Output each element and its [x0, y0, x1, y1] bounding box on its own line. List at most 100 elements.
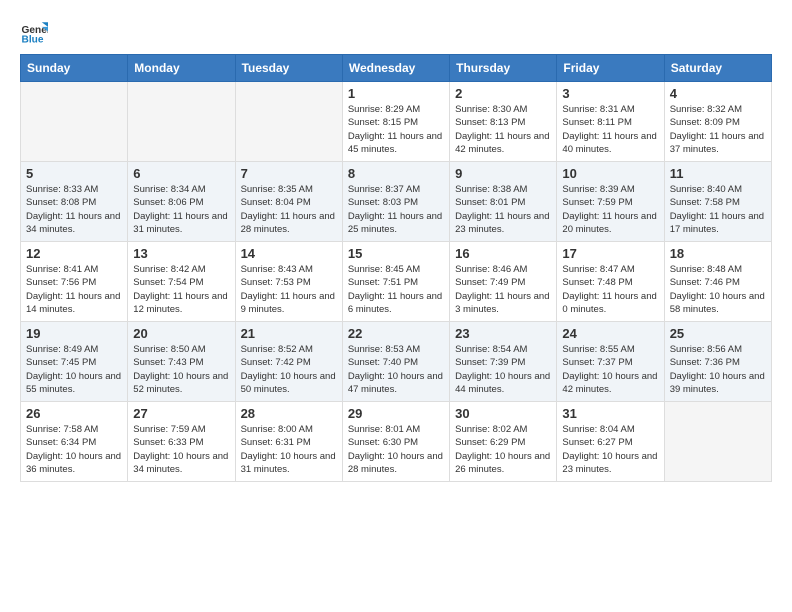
- day-number: 15: [348, 246, 444, 261]
- calendar-cell: [128, 82, 235, 162]
- calendar-cell: 23 Sunrise: 8:54 AM Sunset: 7:39 PM Dayli…: [450, 322, 557, 402]
- weekday-header-tuesday: Tuesday: [235, 55, 342, 82]
- day-number: 5: [26, 166, 122, 181]
- calendar-cell: 3 Sunrise: 8:31 AM Sunset: 8:11 PM Daylig…: [557, 82, 664, 162]
- day-info: Sunrise: 8:35 AM Sunset: 8:04 PM Dayligh…: [241, 183, 337, 236]
- calendar-cell: 4Sunrise: 8:32 AM Sunset: 8:09 PM Daylig…: [664, 82, 771, 162]
- weekday-header-row: SundayMondayTuesdayWednesdayThursdayFrid…: [21, 55, 772, 82]
- day-info: Sunrise: 8:43 AM Sunset: 7:53 PM Dayligh…: [241, 263, 337, 316]
- day-number: 27: [133, 406, 229, 421]
- day-info: Sunrise: 8:46 AM Sunset: 7:49 PM Dayligh…: [455, 263, 551, 316]
- svg-text:Blue: Blue: [22, 34, 44, 44]
- day-number: 4: [670, 86, 766, 101]
- calendar-cell: 10 Sunrise: 8:39 AM Sunset: 7:59 PM Dayli…: [557, 162, 664, 242]
- day-info: Sunrise: 8:55 AM Sunset: 7:37 PM Dayligh…: [562, 343, 658, 396]
- header: General Blue: [20, 16, 772, 44]
- calendar-cell: 15 Sunrise: 8:45 AM Sunset: 7:51 PM Dayli…: [342, 242, 449, 322]
- calendar-cell: 1 Sunrise: 8:29 AM Sunset: 8:15 PM Daylig…: [342, 82, 449, 162]
- logo-icon: General Blue: [20, 16, 48, 44]
- calendar-table: SundayMondayTuesdayWednesdayThursdayFrid…: [20, 54, 772, 482]
- calendar-cell: 27 Sunrise: 7:59 AM Sunset: 6:33 PM Dayli…: [128, 402, 235, 482]
- calendar-cell: [21, 82, 128, 162]
- day-info: Sunrise: 8:48 AM Sunset: 7:46 PM Dayligh…: [670, 263, 766, 316]
- day-number: 18: [670, 246, 766, 261]
- calendar-cell: 25 Sunrise: 8:56 AM Sunset: 7:36 PM Dayli…: [664, 322, 771, 402]
- calendar-cell: 13 Sunrise: 8:42 AM Sunset: 7:54 PM Dayli…: [128, 242, 235, 322]
- day-number: 29: [348, 406, 444, 421]
- calendar-cell: 29 Sunrise: 8:01 AM Sunset: 6:30 PM Dayli…: [342, 402, 449, 482]
- calendar-cell: 2Sunrise: 8:30 AM Sunset: 8:13 PM Daylig…: [450, 82, 557, 162]
- calendar-cell: 9Sunrise: 8:38 AM Sunset: 8:01 PM Daylig…: [450, 162, 557, 242]
- weekday-header-wednesday: Wednesday: [342, 55, 449, 82]
- calendar-cell: 26Sunrise: 7:58 AM Sunset: 6:34 PM Dayli…: [21, 402, 128, 482]
- day-info: Sunrise: 8:29 AM Sunset: 8:15 PM Dayligh…: [348, 103, 444, 156]
- day-info: Sunrise: 8:40 AM Sunset: 7:58 PM Dayligh…: [670, 183, 766, 236]
- logo: General Blue: [20, 16, 48, 44]
- calendar-cell: [664, 402, 771, 482]
- calendar-cell: 19 Sunrise: 8:49 AM Sunset: 7:45 PM Dayli…: [21, 322, 128, 402]
- week-row-3: 12 Sunrise: 8:41 AM Sunset: 7:56 PM Dayli…: [21, 242, 772, 322]
- week-row-5: 26Sunrise: 7:58 AM Sunset: 6:34 PM Dayli…: [21, 402, 772, 482]
- calendar-cell: 17 Sunrise: 8:47 AM Sunset: 7:48 PM Dayli…: [557, 242, 664, 322]
- calendar-cell: 7 Sunrise: 8:35 AM Sunset: 8:04 PM Daylig…: [235, 162, 342, 242]
- day-info: Sunrise: 8:33 AM Sunset: 8:08 PM Dayligh…: [26, 183, 122, 236]
- day-info: Sunrise: 8:49 AM Sunset: 7:45 PM Dayligh…: [26, 343, 122, 396]
- day-number: 8: [348, 166, 444, 181]
- day-info: Sunrise: 8:39 AM Sunset: 7:59 PM Dayligh…: [562, 183, 658, 236]
- calendar-cell: 22 Sunrise: 8:53 AM Sunset: 7:40 PM Dayli…: [342, 322, 449, 402]
- day-info: Sunrise: 8:01 AM Sunset: 6:30 PM Dayligh…: [348, 423, 444, 476]
- day-number: 17: [562, 246, 658, 261]
- calendar-cell: 30Sunrise: 8:02 AM Sunset: 6:29 PM Dayli…: [450, 402, 557, 482]
- weekday-header-saturday: Saturday: [664, 55, 771, 82]
- calendar-cell: 11 Sunrise: 8:40 AM Sunset: 7:58 PM Dayli…: [664, 162, 771, 242]
- day-info: Sunrise: 8:41 AM Sunset: 7:56 PM Dayligh…: [26, 263, 122, 316]
- day-number: 13: [133, 246, 229, 261]
- day-number: 25: [670, 326, 766, 341]
- calendar-cell: 28Sunrise: 8:00 AM Sunset: 6:31 PM Dayli…: [235, 402, 342, 482]
- day-number: 21: [241, 326, 337, 341]
- day-number: 1: [348, 86, 444, 101]
- day-info: Sunrise: 8:47 AM Sunset: 7:48 PM Dayligh…: [562, 263, 658, 316]
- weekday-header-monday: Monday: [128, 55, 235, 82]
- day-number: 11: [670, 166, 766, 181]
- day-info: Sunrise: 8:50 AM Sunset: 7:43 PM Dayligh…: [133, 343, 229, 396]
- calendar-cell: 8Sunrise: 8:37 AM Sunset: 8:03 PM Daylig…: [342, 162, 449, 242]
- day-info: Sunrise: 8:34 AM Sunset: 8:06 PM Dayligh…: [133, 183, 229, 236]
- calendar-cell: 20 Sunrise: 8:50 AM Sunset: 7:43 PM Dayli…: [128, 322, 235, 402]
- calendar-cell: 31Sunrise: 8:04 AM Sunset: 6:27 PM Dayli…: [557, 402, 664, 482]
- day-number: 10: [562, 166, 658, 181]
- day-number: 24: [562, 326, 658, 341]
- calendar-cell: 21 Sunrise: 8:52 AM Sunset: 7:42 PM Dayli…: [235, 322, 342, 402]
- calendar-cell: 14Sunrise: 8:43 AM Sunset: 7:53 PM Dayli…: [235, 242, 342, 322]
- weekday-header-friday: Friday: [557, 55, 664, 82]
- page: General Blue SundayMondayTuesdayWednesda…: [0, 0, 792, 612]
- day-info: Sunrise: 7:59 AM Sunset: 6:33 PM Dayligh…: [133, 423, 229, 476]
- day-number: 19: [26, 326, 122, 341]
- day-number: 6: [133, 166, 229, 181]
- day-number: 20: [133, 326, 229, 341]
- week-row-1: 1 Sunrise: 8:29 AM Sunset: 8:15 PM Daylig…: [21, 82, 772, 162]
- day-info: Sunrise: 8:56 AM Sunset: 7:36 PM Dayligh…: [670, 343, 766, 396]
- week-row-2: 5 Sunrise: 8:33 AM Sunset: 8:08 PM Daylig…: [21, 162, 772, 242]
- day-info: Sunrise: 8:00 AM Sunset: 6:31 PM Dayligh…: [241, 423, 337, 476]
- calendar-cell: 6 Sunrise: 8:34 AM Sunset: 8:06 PM Daylig…: [128, 162, 235, 242]
- day-info: Sunrise: 8:31 AM Sunset: 8:11 PM Dayligh…: [562, 103, 658, 156]
- calendar-cell: 12 Sunrise: 8:41 AM Sunset: 7:56 PM Dayli…: [21, 242, 128, 322]
- day-number: 2: [455, 86, 551, 101]
- day-number: 22: [348, 326, 444, 341]
- day-info: Sunrise: 8:45 AM Sunset: 7:51 PM Dayligh…: [348, 263, 444, 316]
- calendar-cell: 16Sunrise: 8:46 AM Sunset: 7:49 PM Dayli…: [450, 242, 557, 322]
- day-number: 7: [241, 166, 337, 181]
- day-number: 23: [455, 326, 551, 341]
- day-info: Sunrise: 8:52 AM Sunset: 7:42 PM Dayligh…: [241, 343, 337, 396]
- day-number: 26: [26, 406, 122, 421]
- day-info: Sunrise: 8:54 AM Sunset: 7:39 PM Dayligh…: [455, 343, 551, 396]
- week-row-4: 19 Sunrise: 8:49 AM Sunset: 7:45 PM Dayli…: [21, 322, 772, 402]
- calendar-cell: 18 Sunrise: 8:48 AM Sunset: 7:46 PM Dayli…: [664, 242, 771, 322]
- day-number: 3: [562, 86, 658, 101]
- day-info: Sunrise: 8:04 AM Sunset: 6:27 PM Dayligh…: [562, 423, 658, 476]
- day-info: Sunrise: 8:53 AM Sunset: 7:40 PM Dayligh…: [348, 343, 444, 396]
- day-info: Sunrise: 8:42 AM Sunset: 7:54 PM Dayligh…: [133, 263, 229, 316]
- day-number: 12: [26, 246, 122, 261]
- weekday-header-sunday: Sunday: [21, 55, 128, 82]
